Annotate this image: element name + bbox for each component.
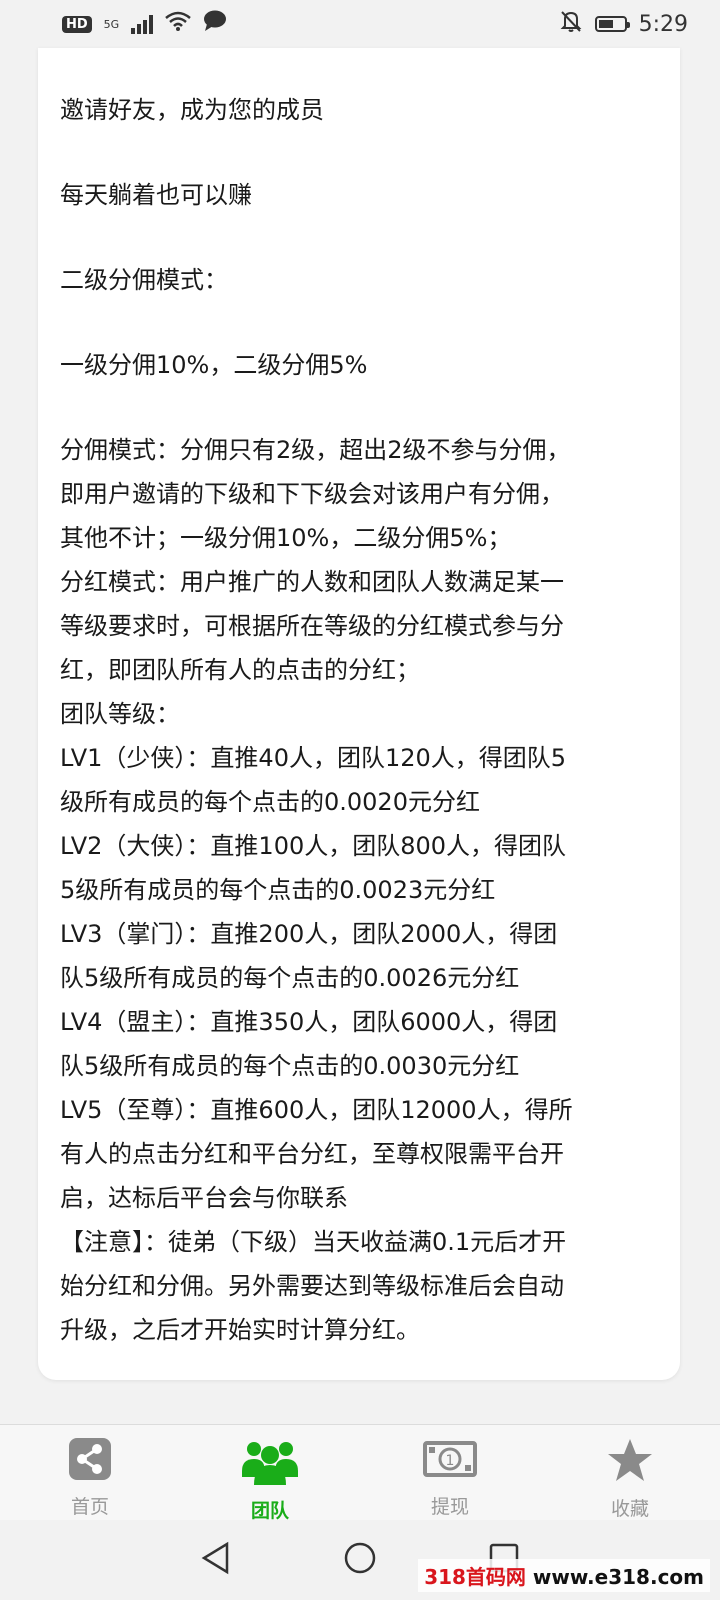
banknote-icon: 1 bbox=[423, 1437, 477, 1486]
share-icon bbox=[68, 1437, 112, 1486]
hd-icon: HD bbox=[62, 15, 92, 33]
rules-line: LV5（至尊）：直推600人，团队12000人，得所 bbox=[60, 1096, 573, 1124]
rules-line: 团队等级： bbox=[60, 700, 180, 728]
rules-line: LV1（少侠）：直推40人，团队120人，得团队5 bbox=[60, 744, 567, 772]
rules-line: LV4（盟主）：直推350人，团队6000人，得团 bbox=[60, 1008, 558, 1036]
tab-home-label: 首页 bbox=[70, 1496, 109, 1518]
tab-withdraw-label: 提现 bbox=[430, 1496, 469, 1518]
rules-line: 级所有成员的每个点击的0.0020元分红 bbox=[60, 788, 480, 816]
rules-block: 分佣模式：分佣只有2级，超出2级不参与分佣， 即用户邀请的下级和下下级会对该用户… bbox=[60, 428, 656, 1352]
rules-line: 队5级所有成员的每个点击的0.0030元分红 bbox=[60, 1052, 520, 1080]
rules-line: 启，达标后平台会与你联系 bbox=[60, 1184, 348, 1212]
invite-line: 邀请好友，成为您的成员 bbox=[60, 96, 324, 124]
svg-text:1: 1 bbox=[446, 1453, 455, 1469]
rules-line: LV2（大侠）：直推100人，团队800人，得团队 bbox=[60, 832, 567, 860]
home-circle-icon[interactable] bbox=[343, 1541, 377, 1579]
signal-icon bbox=[131, 14, 154, 34]
team-icon bbox=[242, 1437, 298, 1490]
tab-favorites-label: 收藏 bbox=[610, 1498, 649, 1520]
rules-line: 红，即团队所有人的点击的分红； bbox=[60, 656, 420, 684]
content-card: 邀请好友，成为您的成员 每天躺着也可以赚 二级分佣模式： 一级分佣10%，二级分… bbox=[38, 48, 680, 1380]
rules-line: 等级要求时，可根据所在等级的分红模式参与分 bbox=[60, 612, 564, 640]
rules-line: 5级所有成员的每个点击的0.0023元分红 bbox=[60, 876, 496, 904]
watermark-url: www.e318.com bbox=[532, 1565, 704, 1589]
tab-home[interactable]: 首页 bbox=[0, 1425, 180, 1521]
chat-notification-icon bbox=[203, 10, 227, 38]
tab-withdraw[interactable]: 1 提现 bbox=[360, 1425, 540, 1521]
commission-rates: 一级分佣10%，二级分佣5% bbox=[60, 351, 368, 379]
watermark: 318首码网 www.e318.com bbox=[418, 1559, 710, 1592]
rules-line: 始分红和分佣。另外需要达到等级标准后会自动 bbox=[60, 1272, 564, 1300]
rules-line: 队5级所有成员的每个点击的0.0026元分红 bbox=[60, 964, 520, 992]
bottom-tab-bar: 首页 团队 1 提现 收藏 bbox=[0, 1424, 720, 1522]
tab-favorites[interactable]: 收藏 bbox=[540, 1425, 720, 1521]
tab-team[interactable]: 团队 bbox=[180, 1425, 360, 1522]
rules-line: 升级，之后才开始实时计算分红。 bbox=[60, 1316, 420, 1344]
star-icon bbox=[606, 1437, 654, 1488]
rules-line: 【注意】：徒弟（下级）当天收益满0.1元后才开 bbox=[60, 1228, 567, 1256]
rules-line: 分佣模式：分佣只有2级，超出2级不参与分佣， bbox=[60, 436, 571, 464]
network-type: 5G bbox=[103, 17, 120, 31]
rules-line: 其他不计；一级分佣10%，二级分佣5%； bbox=[60, 524, 512, 552]
mode-heading: 二级分佣模式： bbox=[60, 266, 228, 294]
earn-line: 每天躺着也可以赚 bbox=[60, 181, 252, 209]
rules-line: 即用户邀请的下级和下下级会对该用户有分佣， bbox=[60, 480, 564, 508]
back-icon[interactable] bbox=[199, 1541, 233, 1579]
watermark-brand: 318首码网 bbox=[424, 1565, 526, 1589]
tab-team-label: 团队 bbox=[250, 1500, 289, 1522]
status-bar: HD 5G 5:29 bbox=[0, 0, 720, 48]
clock: 5:29 bbox=[638, 11, 688, 37]
rules-line: LV3（掌门）：直推200人，团队2000人，得团 bbox=[60, 920, 558, 948]
rules-line: 分红模式：用户推广的人数和团队人数满足某一 bbox=[60, 568, 564, 596]
wifi-icon bbox=[165, 11, 192, 37]
mute-bell-icon bbox=[559, 9, 583, 39]
rules-line: 有人的点击分红和平台分红，至尊权限需平台开 bbox=[60, 1140, 564, 1168]
battery-icon bbox=[594, 16, 630, 32]
